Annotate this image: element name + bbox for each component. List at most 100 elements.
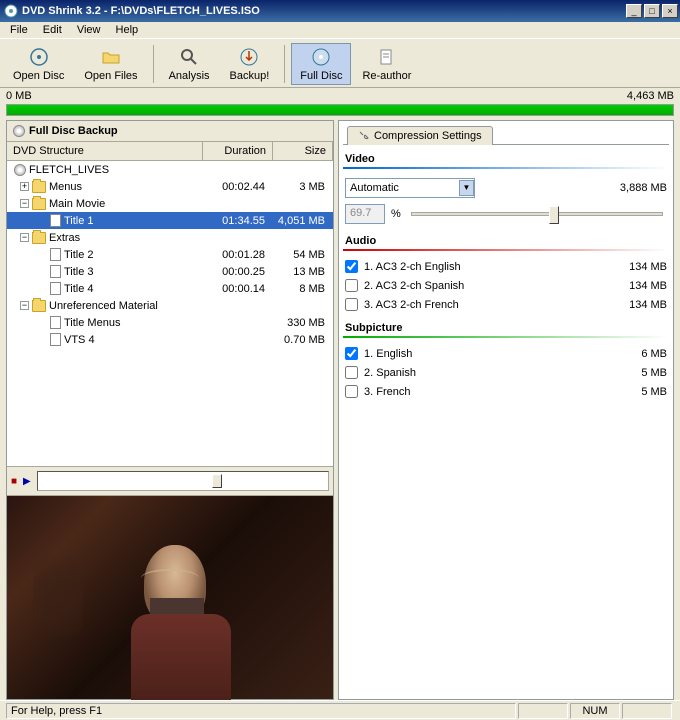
folder-icon (32, 181, 46, 193)
stop-button[interactable]: ■ (11, 476, 17, 487)
tree-vts4[interactable]: VTS 4 0.70 MB (7, 331, 333, 348)
size-right: 4,463 MB (627, 90, 674, 102)
analysis-button[interactable]: Analysis (160, 43, 219, 85)
backup-button[interactable]: Backup! (221, 43, 279, 85)
tree-title-3[interactable]: Title 3 00:00.2513 MB (7, 263, 333, 280)
title-icon (50, 265, 61, 278)
open-files-button[interactable]: Open Files (75, 43, 146, 85)
separator (284, 45, 285, 83)
size-left: 0 MB (6, 90, 32, 102)
audio-row-1[interactable]: 1. AC3 2-ch English134 MB (343, 257, 669, 276)
sub-check-3[interactable] (345, 385, 358, 398)
window-title: DVD Shrink 3.2 - F:\DVDs\FLETCH_LIVES.IS… (22, 5, 624, 17)
disc-full-icon (310, 46, 332, 68)
col-size[interactable]: Size (273, 142, 333, 160)
disc-icon (28, 46, 50, 68)
menu-help[interactable]: Help (110, 22, 145, 38)
video-size: 3,888 MB (620, 182, 667, 194)
sub-check-2[interactable] (345, 366, 358, 379)
ratio-box: 69.7 (345, 204, 385, 224)
magnifier-icon (178, 46, 200, 68)
status-num: NUM (570, 703, 620, 719)
maximize-button[interactable]: □ (644, 4, 660, 18)
preview-frame (7, 496, 333, 699)
document-edit-icon (376, 46, 398, 68)
sub-row-1[interactable]: 1. English6 MB (343, 344, 669, 363)
collapse-icon[interactable]: − (20, 199, 29, 208)
tree-title-2[interactable]: Title 2 00:01.2854 MB (7, 246, 333, 263)
subpicture-header: Subpicture (343, 314, 669, 336)
tree-extras[interactable]: −Extras (7, 229, 333, 246)
tree-menus[interactable]: +Menus 00:02.443 MB (7, 178, 333, 195)
folder-open-icon (100, 46, 122, 68)
tab-row: Compression Settings (343, 125, 669, 145)
title-icon (50, 248, 61, 261)
reauthor-button[interactable]: Re-author (353, 43, 420, 85)
audio-header: Audio (343, 227, 669, 249)
sub-row-3[interactable]: 3. French5 MB (343, 382, 669, 401)
tree-title-1[interactable]: Title 1 01:34.554,051 MB (7, 212, 333, 229)
statusbar: For Help, press F1 NUM (0, 700, 680, 720)
tree-main-movie[interactable]: −Main Movie (7, 195, 333, 212)
right-panel: Compression Settings Video Automatic ▼ 3… (338, 120, 674, 700)
folder-icon (32, 300, 46, 312)
chevron-down-icon: ▼ (459, 180, 474, 196)
audio-row-2[interactable]: 2. AC3 2-ch Spanish134 MB (343, 276, 669, 295)
compression-slider[interactable] (411, 212, 663, 216)
left-panel-header: Full Disc Backup (7, 121, 333, 142)
capacity-bar (6, 104, 674, 116)
expand-icon[interactable]: + (20, 182, 29, 191)
menu-view[interactable]: View (71, 22, 107, 38)
tree-title-menus[interactable]: Title Menus 330 MB (7, 314, 333, 331)
video-preview (7, 495, 333, 699)
audio-row-3[interactable]: 3. AC3 2-ch French134 MB (343, 295, 669, 314)
disc-icon (14, 164, 26, 176)
title-icon (50, 214, 61, 227)
wrench-icon (358, 130, 370, 142)
full-disc-button[interactable]: Full Disc (291, 43, 351, 85)
separator (153, 45, 154, 83)
video-rule (343, 167, 669, 169)
title-icon (50, 282, 61, 295)
left-panel: Full Disc Backup DVD Structure Duration … (6, 120, 334, 700)
tab-compression[interactable]: Compression Settings (347, 126, 493, 145)
tree-columns: DVD Structure Duration Size (7, 142, 333, 161)
sub-check-1[interactable] (345, 347, 358, 360)
collapse-icon[interactable]: − (20, 233, 29, 242)
tree-unreferenced[interactable]: −Unreferenced Material (7, 297, 333, 314)
compression-mode-combo[interactable]: Automatic ▼ (345, 178, 475, 198)
status-empty2 (622, 703, 672, 719)
audio-check-1[interactable] (345, 260, 358, 273)
slider-thumb[interactable] (549, 206, 559, 224)
col-structure[interactable]: DVD Structure (7, 142, 203, 160)
disc-write-icon (238, 46, 260, 68)
status-empty (518, 703, 568, 719)
toolbar: Open Disc Open Files Analysis Backup! Fu… (0, 39, 680, 88)
sub-row-2[interactable]: 2. Spanish5 MB (343, 363, 669, 382)
col-duration[interactable]: Duration (203, 142, 273, 160)
close-button[interactable]: × (662, 4, 678, 18)
sub-rule (343, 336, 669, 338)
preview-controls: ■ ▶ (7, 466, 333, 495)
open-disc-button[interactable]: Open Disc (4, 43, 73, 85)
play-button[interactable]: ▶ (23, 476, 31, 487)
slider-thumb[interactable] (212, 474, 222, 488)
menu-file[interactable]: File (4, 22, 34, 38)
minimize-button[interactable]: _ (626, 4, 642, 18)
app-icon (4, 4, 18, 18)
audio-check-2[interactable] (345, 279, 358, 292)
disc-icon (13, 125, 25, 137)
dvd-tree[interactable]: FLETCH_LIVES +Menus 00:02.443 MB −Main M… (7, 161, 333, 466)
collapse-icon[interactable]: − (20, 301, 29, 310)
audio-rule (343, 249, 669, 251)
video-header: Video (343, 145, 669, 167)
menu-edit[interactable]: Edit (37, 22, 68, 38)
tree-title-4[interactable]: Title 4 00:00.148 MB (7, 280, 333, 297)
titlebar: DVD Shrink 3.2 - F:\DVDs\FLETCH_LIVES.IS… (0, 0, 680, 22)
title-icon (50, 333, 61, 346)
preview-slider[interactable] (37, 471, 329, 491)
tree-root[interactable]: FLETCH_LIVES (7, 161, 333, 178)
folder-icon (32, 232, 46, 244)
folder-icon (32, 198, 46, 210)
audio-check-3[interactable] (345, 298, 358, 311)
